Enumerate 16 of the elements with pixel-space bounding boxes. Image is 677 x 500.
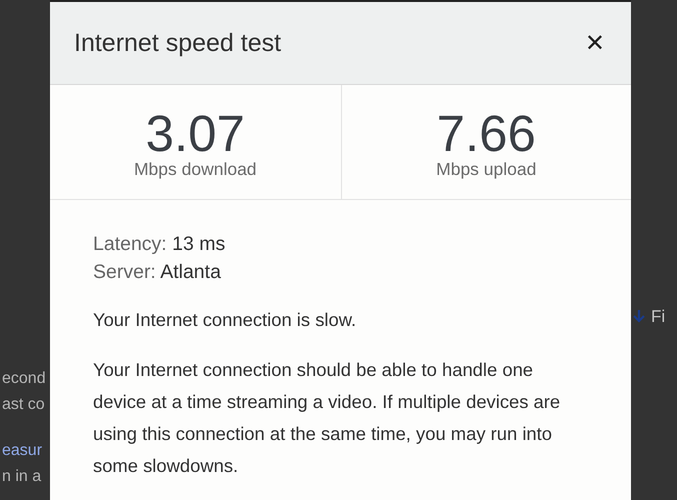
detail-line: Latency: 13 ms <box>93 232 226 257</box>
speed-value: 3.07 <box>146 109 245 159</box>
result-description: Your Internet connection should be able to handle one device at a time streaming a video. If multiple devices are using this connection at the same time, you may run into some slowdowns. <box>93 358 562 478</box>
speed-unit: Mbps upload <box>436 159 536 180</box>
page-text: n in a <box>2 467 42 487</box>
download-icon <box>633 309 645 325</box>
link[interactable]: easur <box>2 438 50 464</box>
close-button[interactable]: ✕ <box>582 29 607 57</box>
speed-value: 7.66 <box>436 109 536 159</box>
toolbar-button[interactable]: Fi <box>631 307 666 327</box>
speed-unit: Mbps download <box>134 159 257 180</box>
dialog-title: Internet speed test <box>74 28 282 58</box>
result-message: Your Internet connection is slow. <box>93 308 358 332</box>
detail-line: Server: Atlanta <box>93 260 222 285</box>
page-text: econd <box>2 369 47 389</box>
page-text: ast co <box>2 395 46 415</box>
